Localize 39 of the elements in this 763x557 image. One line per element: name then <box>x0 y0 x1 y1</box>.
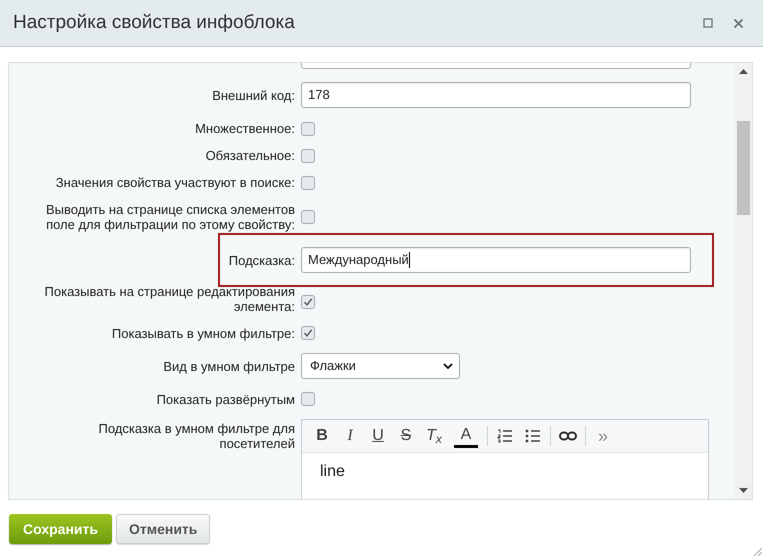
editor-text: line <box>320 463 345 480</box>
checkbox[interactable] <box>301 326 315 340</box>
field-label: Значения свойства участвуют в поиске: <box>56 175 295 190</box>
checkbox[interactable] <box>301 122 315 136</box>
scroll-down-icon[interactable] <box>739 488 748 493</box>
text-field[interactable]: 178 <box>301 82 691 108</box>
text-field[interactable]: Международный <box>301 247 691 273</box>
checkbox[interactable] <box>301 210 315 224</box>
window-title: Настройка свойства инфоблока <box>13 10 295 35</box>
text-color-button[interactable]: A <box>454 424 478 448</box>
field-label: Показывать в умном фильтре: <box>112 326 295 340</box>
italic-button[interactable]: I <box>338 424 362 448</box>
underline-button[interactable]: U <box>366 424 390 448</box>
bold-button[interactable]: B <box>310 424 334 448</box>
strikethrough-button[interactable]: S <box>394 424 418 448</box>
field-label: Подсказка в умном фильтре для посетителей <box>97 421 295 451</box>
field-label: Показать развёрнутым <box>156 392 295 406</box>
checkbox[interactable] <box>301 148 315 162</box>
close-icon[interactable] <box>733 18 744 28</box>
checkbox[interactable] <box>301 176 315 190</box>
field-label: Вид в умном фильтре <box>163 358 295 374</box>
field-label: Обязательное: <box>206 148 295 163</box>
dropdown[interactable]: Флажки <box>301 353 460 379</box>
field-label: Внешний код: <box>212 88 295 102</box>
checkbox[interactable] <box>301 295 315 309</box>
scroll-thumb[interactable] <box>737 121 750 215</box>
maximize-icon[interactable] <box>703 18 713 28</box>
rich-text-editor[interactable]: B I U S T$_{x}$ A » line <box>301 419 709 499</box>
clear-format-button[interactable]: T$_{x}$ <box>422 424 446 448</box>
field-label: Множественное: <box>195 121 295 136</box>
resize-grip-icon[interactable] <box>752 546 762 556</box>
chevron-down-icon <box>443 363 453 369</box>
field-label: Подсказка: <box>228 252 295 268</box>
scroll-up-icon[interactable] <box>739 69 748 74</box>
field-label: Выводить на странице списка элементов поле для фильтрации по этому свойству: <box>45 202 295 232</box>
cancel-button[interactable]: Отменить <box>116 514 210 544</box>
checkbox[interactable] <box>301 392 315 406</box>
scrollbar[interactable] <box>735 63 752 499</box>
field-label: Показывать на странице редактирования элемента: <box>44 284 295 314</box>
